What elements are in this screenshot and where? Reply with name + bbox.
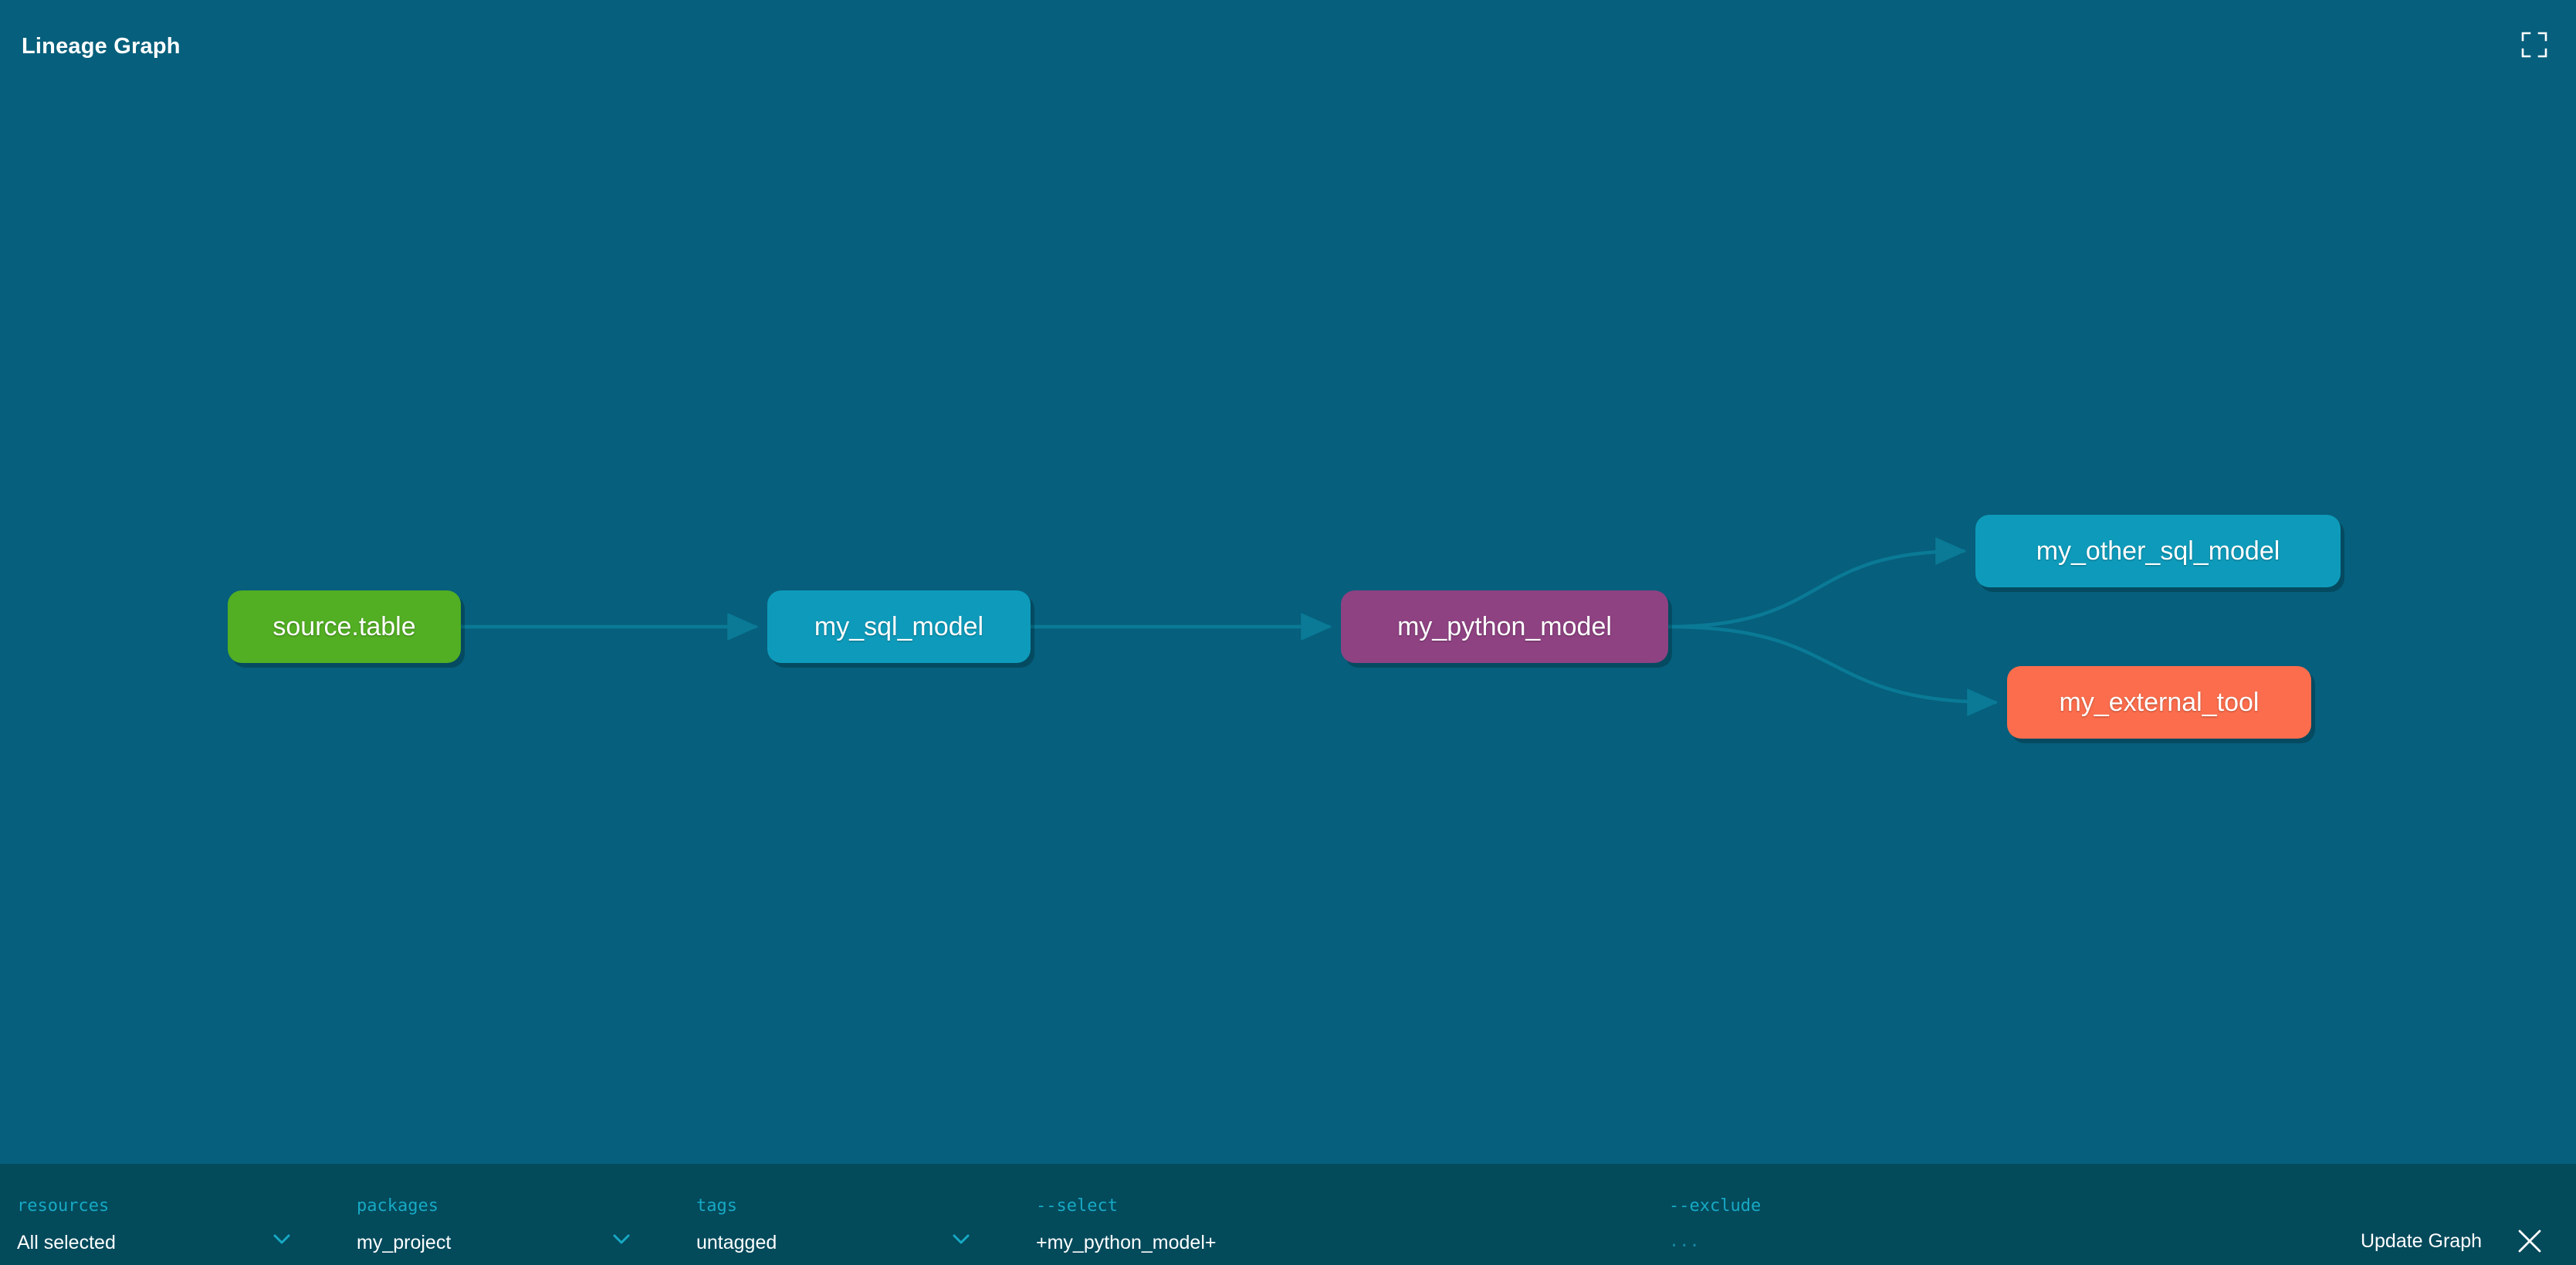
node-label: my_python_model — [1397, 612, 1612, 641]
exclude-input[interactable]: ... — [1669, 1232, 1700, 1251]
lineage-graph-canvas[interactable]: source.table my_sql_model my_python_mode… — [0, 91, 2576, 1164]
resources-select-value[interactable]: All selected — [17, 1232, 116, 1254]
graph-node-my-python-model[interactable]: my_python_model — [1341, 590, 1668, 663]
node-label: my_external_tool — [2059, 688, 2260, 717]
chevron-down-icon[interactable] — [270, 1231, 293, 1248]
graph-node-my-sql-model[interactable]: my_sql_model — [767, 590, 1031, 663]
update-graph-button[interactable]: Update Graph — [2361, 1230, 2482, 1253]
select-input[interactable]: +my_python_model+ — [1036, 1232, 1216, 1254]
filter-label: packages — [357, 1196, 438, 1216]
filter-group-tags[interactable]: tags untagged — [679, 1164, 1019, 1265]
filter-label: --exclude — [1669, 1196, 1762, 1216]
chevron-down-icon[interactable] — [610, 1231, 633, 1248]
lineage-graph-header: Lineage Graph — [0, 0, 2576, 91]
packages-select-value[interactable]: my_project — [357, 1232, 451, 1254]
lineage-filter-toolbar: resources All selected packages my_proje… — [0, 1164, 2576, 1265]
node-label: my_sql_model — [814, 612, 984, 641]
page-title: Lineage Graph — [22, 34, 181, 59]
filter-group-exclude[interactable]: --exclude ... — [1652, 1164, 2239, 1265]
graph-node-my-external-tool[interactable]: my_external_tool — [2007, 666, 2311, 739]
collapse-corners-icon[interactable] — [2514, 25, 2554, 65]
filter-group-packages[interactable]: packages my_project — [340, 1164, 679, 1265]
filter-label: --select — [1036, 1196, 1118, 1216]
node-label: source.table — [272, 612, 416, 641]
chevron-down-icon[interactable] — [949, 1231, 973, 1248]
tags-select-value[interactable]: untagged — [696, 1232, 777, 1254]
node-label: my_other_sql_model — [2036, 536, 2280, 566]
graph-node-source-table[interactable]: source.table — [228, 590, 461, 663]
filter-label: tags — [696, 1196, 737, 1216]
filter-group-select[interactable]: --select +my_python_model+ — [1019, 1164, 1606, 1265]
filter-group-resources[interactable]: resources All selected — [0, 1164, 340, 1265]
close-icon[interactable] — [2513, 1224, 2547, 1258]
graph-node-my-other-sql-model[interactable]: my_other_sql_model — [1975, 515, 2341, 587]
filter-label: resources — [17, 1196, 110, 1216]
